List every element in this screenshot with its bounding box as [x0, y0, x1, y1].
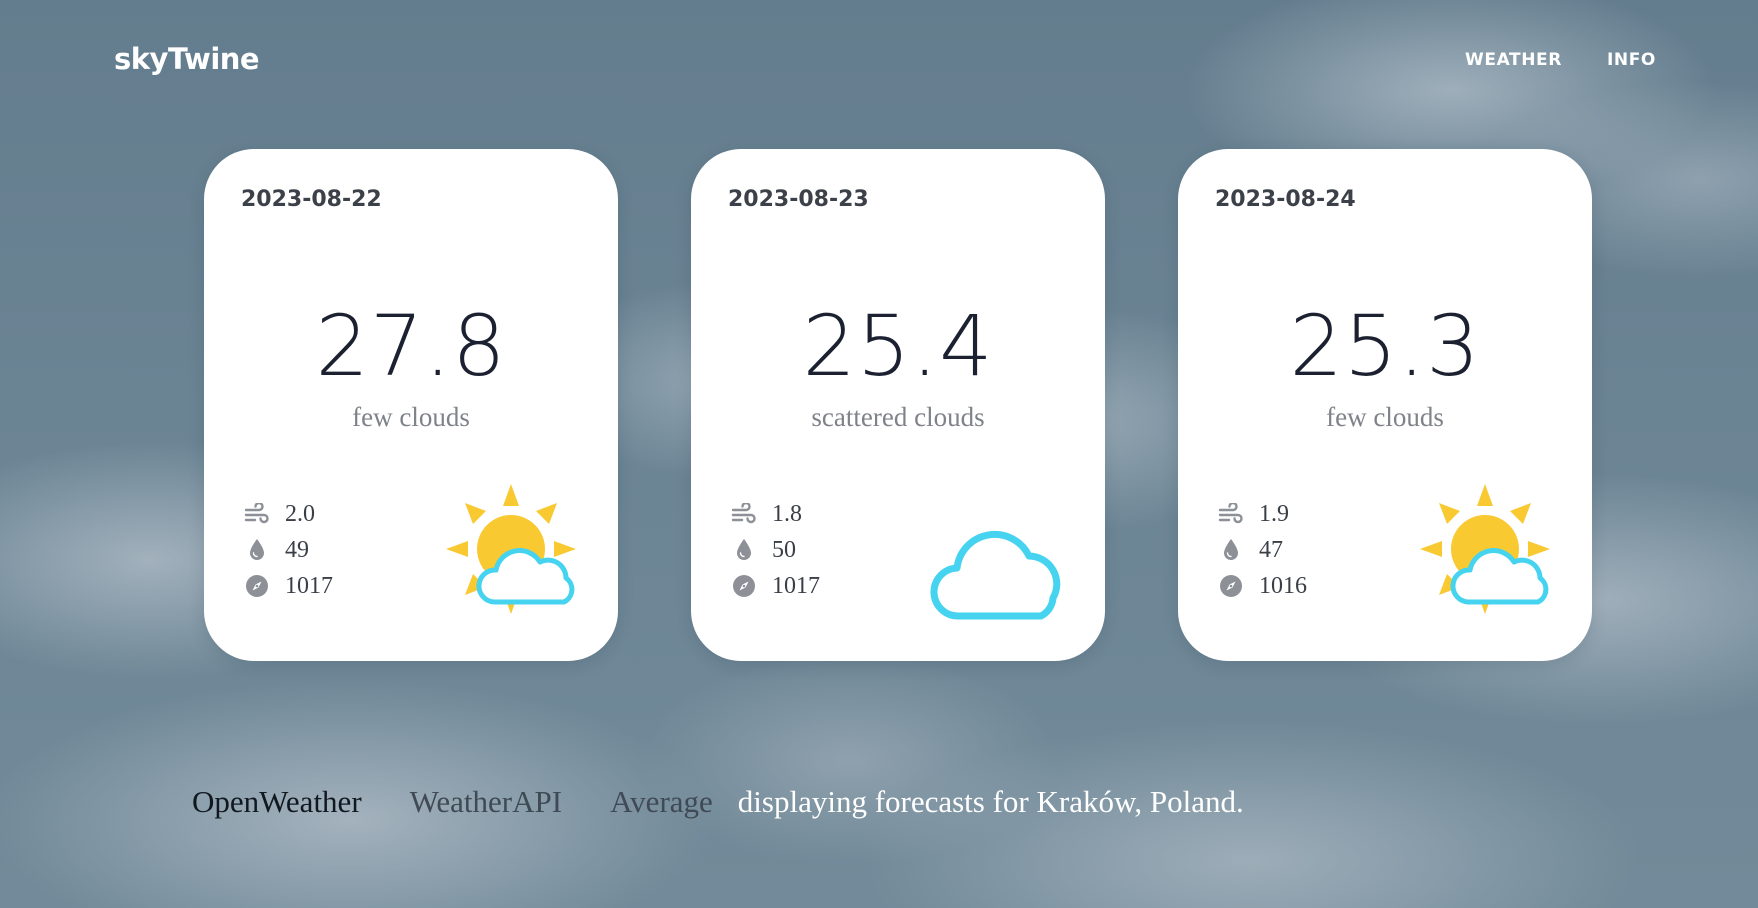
location-info: displaying forecasts for Kraków, Poland. [737, 784, 1244, 819]
droplet-icon [1217, 536, 1245, 564]
sun-cloud-icon [1420, 484, 1550, 614]
humidity-stat: 47 [1217, 532, 1307, 568]
cloud-icon [930, 530, 1061, 620]
sun-cloud-icon [446, 484, 576, 614]
pressure-stat: 1016 [1217, 568, 1307, 604]
pressure-value: 1016 [1259, 572, 1307, 599]
source-average[interactable]: Average [610, 784, 713, 820]
weather-description: few clouds [352, 402, 470, 432]
droplet-icon [730, 536, 758, 564]
weather-stats: 1.8 50 1017 [730, 496, 820, 604]
weather-stats: 2.0 49 1017 [243, 496, 333, 604]
weather-description: scattered clouds [811, 402, 985, 432]
temperature: 25.3 [1289, 297, 1481, 395]
wind-stat: 2.0 [243, 496, 333, 532]
source-openweather[interactable]: OpenWeather [192, 784, 362, 820]
humidity-value: 49 [285, 536, 309, 563]
logo[interactable]: skyTwine [114, 42, 260, 76]
temperature: 27.8 [315, 297, 507, 395]
compass-icon [730, 572, 758, 600]
forecast-date: 2023-08-22 [241, 187, 382, 212]
compass-icon [1217, 572, 1245, 600]
wind-stat: 1.9 [1217, 496, 1307, 532]
temperature: 25.4 [802, 297, 994, 395]
forecast-date: 2023-08-24 [1215, 187, 1356, 212]
pressure-value: 1017 [285, 572, 333, 599]
forecast-date: 2023-08-23 [728, 187, 869, 212]
wind-stat: 1.8 [730, 496, 820, 532]
pressure-stat: 1017 [730, 568, 820, 604]
wind-icon [243, 500, 271, 528]
pressure-stat: 1017 [243, 568, 333, 604]
humidity-value: 50 [772, 536, 796, 563]
compass-icon [243, 572, 271, 600]
wind-value: 1.9 [1259, 500, 1289, 527]
main-nav: WEATHER INFO [1465, 50, 1656, 70]
header: skyTwine WEATHER INFO [0, 0, 1758, 120]
droplet-icon [243, 536, 271, 564]
source-weatherapi[interactable]: WeatherAPI [410, 784, 562, 820]
footer: OpenWeather WeatherAPI Average displayin… [192, 784, 1244, 820]
forecast-card: 2023-08-23 25.4 scattered clouds 1.8 50 … [691, 149, 1105, 661]
humidity-value: 47 [1259, 536, 1283, 563]
nav-weather[interactable]: WEATHER [1465, 50, 1562, 70]
pressure-value: 1017 [772, 572, 820, 599]
humidity-stat: 49 [243, 532, 333, 568]
wind-value: 1.8 [772, 500, 802, 527]
nav-info[interactable]: INFO [1607, 50, 1656, 70]
wind-value: 2.0 [285, 500, 315, 527]
wind-icon [1217, 500, 1245, 528]
forecast-card: 2023-08-24 25.3 few clouds 1.9 47 1016 [1178, 149, 1592, 661]
wind-icon [730, 500, 758, 528]
weather-description: few clouds [1326, 402, 1444, 432]
forecast-cards: 2023-08-22 27.8 few clouds 2.0 49 1017 2… [204, 149, 1592, 661]
humidity-stat: 50 [730, 532, 820, 568]
weather-stats: 1.9 47 1016 [1217, 496, 1307, 604]
forecast-card: 2023-08-22 27.8 few clouds 2.0 49 1017 [204, 149, 618, 661]
